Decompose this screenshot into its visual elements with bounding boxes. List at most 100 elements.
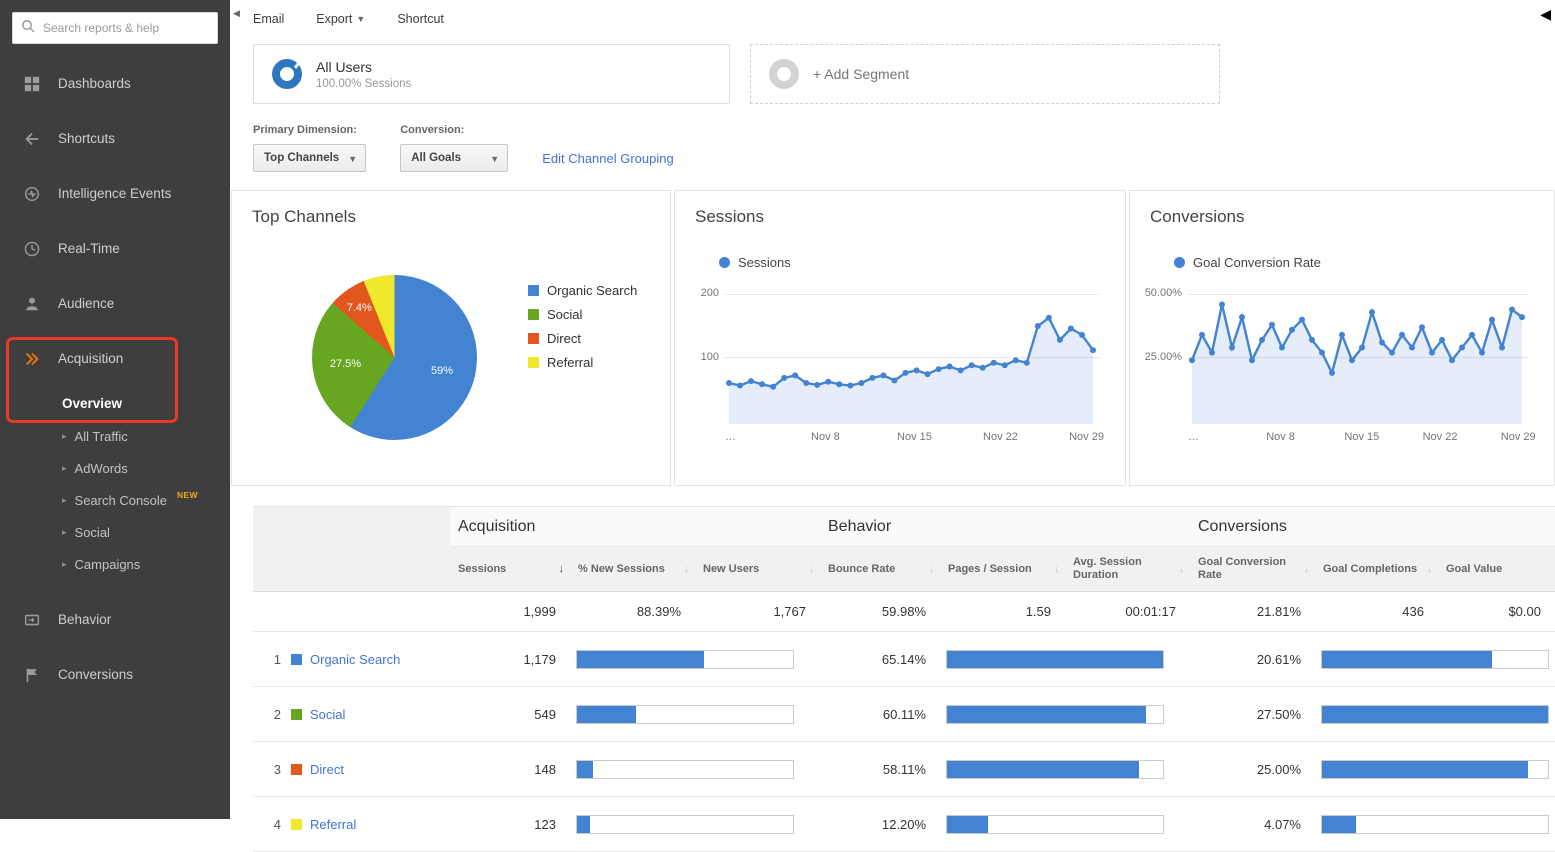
sidebar-item-label: Behavior — [58, 612, 111, 627]
segment-subtitle: 100.00% Sessions — [316, 78, 411, 90]
edit-channel-grouping-link[interactable]: Edit Channel Grouping — [542, 151, 674, 166]
sidebar-item-search-console[interactable]: ▸ Search Console NEW — [0, 484, 230, 516]
legend-swatch — [528, 333, 539, 344]
legend-item-referral[interactable]: Referral — [528, 355, 637, 370]
summary-goal-conversion-rate: 21.81% — [1190, 592, 1315, 632]
column-header-new-users[interactable]: New Users↓ — [695, 547, 820, 592]
add-segment-button[interactable]: + Add Segment — [750, 44, 1220, 104]
chart-title: Conversions — [1150, 207, 1554, 227]
goal-rate-value: 4.07% — [1190, 797, 1315, 852]
sidebar-item-campaigns[interactable]: ▸ Campaigns — [0, 548, 230, 580]
bar-fill — [577, 761, 593, 778]
sidebar-item-acquisition[interactable]: Acquisition — [0, 331, 230, 386]
column-header-goal-conversion-rate[interactable]: Goal Conversion Rate↓ — [1190, 547, 1315, 592]
channel-link-social[interactable]: Social — [310, 707, 345, 722]
sidebar-item-conversions[interactable]: Conversions — [0, 647, 230, 702]
segment-donut-icon — [769, 59, 799, 89]
sidebar-item-all-traffic[interactable]: ▸ All Traffic — [0, 420, 230, 452]
summary-pct-new-sessions: 88.39% — [570, 592, 695, 632]
all-users-segment[interactable]: All Users 100.00% Sessions — [253, 44, 730, 104]
shortcut-button[interactable]: Shortcut — [397, 12, 444, 26]
column-header-goal-completions[interactable]: Goal Completions↓ — [1315, 547, 1438, 592]
bar-track — [576, 760, 794, 779]
sort-icon: ↓ — [1179, 563, 1184, 576]
conversion-dropdown[interactable]: All Goals ▼ — [400, 144, 508, 172]
primary-dimension-label: Primary Dimension: — [253, 124, 366, 136]
column-header-bounce-rate[interactable]: Bounce Rate↓ — [820, 547, 940, 592]
sidebar-search[interactable] — [12, 12, 218, 44]
column-header-pct-new-sessions[interactable]: % New Sessions↓ — [570, 547, 695, 592]
bar-track — [1321, 760, 1549, 779]
bounce-rate-value: 12.20% — [820, 797, 940, 852]
channel-link-organic-search[interactable]: Organic Search — [310, 652, 400, 667]
primary-dimension-dropdown[interactable]: Top Channels ▼ — [253, 144, 366, 172]
sort-icon: ↓ — [1427, 563, 1432, 576]
sidebar-item-shortcuts[interactable]: Shortcuts — [0, 111, 230, 166]
summary-avg-session-duration: 00:01:17 — [1065, 592, 1190, 632]
goal-bar-cell — [1315, 742, 1555, 797]
summary-pages-session: 1.59 — [940, 592, 1065, 632]
search-input[interactable] — [41, 20, 209, 36]
sidebar-item-overview[interactable]: Overview — [0, 386, 230, 420]
channels-table-section: Acquisition Behavior Conversions Session… — [253, 506, 1555, 852]
channel-link-direct[interactable]: Direct — [310, 762, 344, 777]
sidebar-item-audience[interactable]: Audience — [0, 276, 230, 331]
summary-sessions: 1,999 — [450, 592, 570, 632]
channel-color-swatch — [291, 709, 302, 720]
sessions-x-axis: …Nov 8Nov 15Nov 22Nov 29 — [725, 429, 1099, 449]
legend-item-organic-search[interactable]: Organic Search — [528, 283, 637, 298]
legend-item-social[interactable]: Social — [528, 307, 637, 322]
row-rank: 2 — [265, 707, 281, 722]
chevron-right-icon: ▸ — [62, 431, 67, 442]
summary-goal-completions: 436 — [1315, 592, 1438, 632]
sessions-value: 123 — [450, 797, 570, 852]
channel-color-swatch — [291, 819, 302, 830]
sessions-value: 148 — [450, 742, 570, 797]
sessions-legend[interactable]: Sessions — [719, 255, 1125, 270]
chart-title: Top Channels — [252, 207, 670, 227]
sidebar-item-social[interactable]: ▸ Social — [0, 516, 230, 548]
bar-track — [946, 815, 1164, 834]
sessions-value: 549 — [450, 687, 570, 742]
segment-donut-icon — [272, 59, 302, 89]
bar-fill — [577, 651, 704, 668]
panel-collapse-icon[interactable]: ◀ — [1540, 6, 1551, 23]
bar-fill — [577, 816, 590, 833]
bounce-rate-value: 65.14% — [820, 632, 940, 687]
acquisition-sub-items: ▸ All Traffic ▸ AdWords ▸ Search Console… — [0, 420, 230, 580]
legend-label: Sessions — [738, 255, 791, 270]
column-header-avg-session-duration[interactable]: Avg. Session Duration↓ — [1065, 547, 1190, 592]
bounce-rate-value: 58.11% — [820, 742, 940, 797]
pie-legend: Organic Search Social Direct Referral — [528, 283, 637, 370]
chart-title: Sessions — [695, 207, 1125, 227]
sessions-bar-cell — [570, 687, 820, 742]
legend-item-direct[interactable]: Direct — [528, 331, 637, 346]
sidebar-item-intelligence-events[interactable]: Intelligence Events — [0, 166, 230, 221]
sidebar-item-behavior[interactable]: Behavior — [0, 592, 230, 647]
sidebar-item-adwords[interactable]: ▸ AdWords — [0, 452, 230, 484]
export-button[interactable]: Export▼ — [316, 12, 365, 26]
top-channels-pie[interactable]: 59%27.5%7.4% — [312, 275, 477, 440]
channel-color-swatch — [291, 654, 302, 665]
sidebar-item-dashboards[interactable]: Dashboards — [0, 56, 230, 111]
sub-item-label: AdWords — [75, 461, 128, 476]
conversions-legend[interactable]: Goal Conversion Rate — [1174, 255, 1554, 270]
goal-bar-cell — [1315, 797, 1555, 852]
column-header-goal-value[interactable]: Goal Value — [1438, 547, 1555, 592]
legend-label: Goal Conversion Rate — [1193, 255, 1321, 270]
group-header-behavior: Behavior — [820, 507, 1190, 547]
column-header-sessions[interactable]: Sessions↓ — [450, 547, 570, 592]
bar-fill — [1322, 816, 1356, 833]
sidebar-item-real-time[interactable]: Real-Time — [0, 221, 230, 276]
sidebar-item-label: Intelligence Events — [58, 186, 171, 201]
sidebar-collapse-icon[interactable]: ◀ — [233, 8, 240, 19]
sub-item-label: Search Console — [75, 493, 168, 508]
email-button[interactable]: Email — [253, 12, 284, 26]
table-row: 3 Direct — [253, 742, 450, 797]
conversions-x-axis: …Nov 8Nov 15Nov 22Nov 29 — [1188, 429, 1528, 449]
sidebar-item-label: Dashboards — [58, 76, 131, 91]
column-header-pages-session[interactable]: Pages / Session↓ — [940, 547, 1065, 592]
bar-track — [946, 705, 1164, 724]
goal-rate-value: 25.00% — [1190, 742, 1315, 797]
sidebar-item-label: Conversions — [58, 667, 133, 682]
